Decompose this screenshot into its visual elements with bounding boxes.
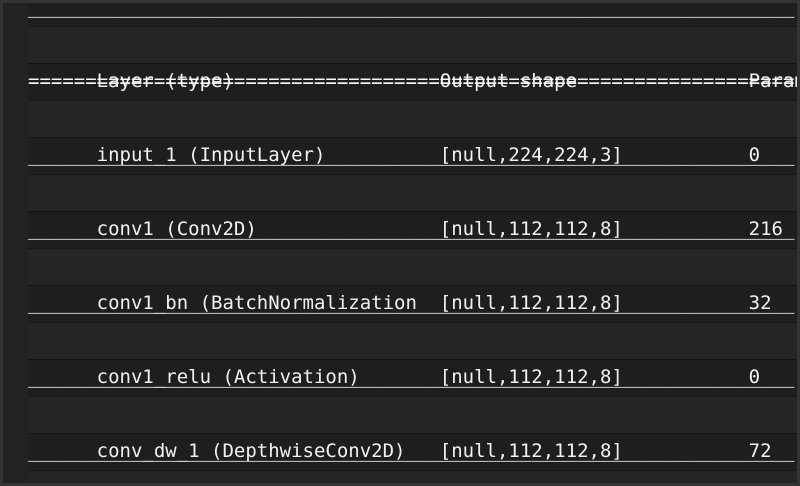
separator-line: ________________________________________… — [28, 137, 800, 174]
double-separator-line: ========================================… — [28, 63, 800, 100]
table-row: conv_dw_1 (DepthwiseConv2D)[null,112,112… — [28, 396, 800, 433]
separator-line: ________________________________________… — [28, 359, 800, 396]
table-row: conv1_bn (BatchNormalization[null,112,11… — [28, 248, 800, 285]
model-summary-output: ________________________________________… — [28, 0, 800, 486]
table-row: conv_dw_1_bn (BatchNormaliza[null,112,11… — [28, 470, 800, 486]
separator-line: ________________________________________… — [28, 211, 800, 248]
separator-line: ________________________________________… — [28, 433, 800, 470]
separator-line: ________________________________________… — [28, 285, 800, 322]
summary-header-row: Layer (type)Output shapeParam # — [28, 26, 800, 63]
table-row: conv1_relu (Activation)[null,112,112,8]0 — [28, 322, 800, 359]
separator-line: ________________________________________… — [28, 0, 800, 26]
terminal-screen: ________________________________________… — [0, 0, 800, 486]
table-row: input_1 (InputLayer)[null,224,224,3]0 — [28, 100, 800, 137]
table-row: conv1 (Conv2D)[null,112,112,8]216 — [28, 174, 800, 211]
